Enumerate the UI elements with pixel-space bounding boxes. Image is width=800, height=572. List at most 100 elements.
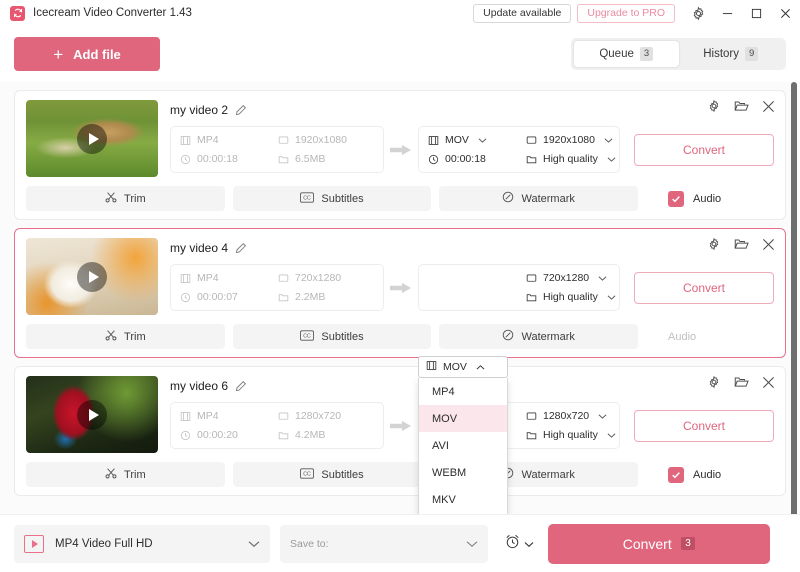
titlebar-controls: Update available Upgrade to PRO xyxy=(473,0,800,26)
output-resolution-select[interactable]: 1280x720 xyxy=(526,410,616,422)
convert-all-button[interactable]: Convert 3 xyxy=(548,523,770,564)
video-thumbnail[interactable] xyxy=(26,376,158,453)
output-preset-select[interactable]: MP4 Video Full HD xyxy=(14,524,270,563)
audio-toggle[interactable]: Audio xyxy=(646,186,774,211)
source-info-box: MP4 1920x1080 00:00:18 6.5MB xyxy=(170,126,384,173)
source-format: MP4 xyxy=(180,272,272,284)
source-format: MP4 xyxy=(180,134,272,146)
subtitles-button[interactable]: CC Subtitles xyxy=(232,462,432,487)
arrow-right-icon xyxy=(384,143,418,157)
video-thumbnail[interactable] xyxy=(26,100,158,177)
audio-toggle[interactable]: Audio xyxy=(646,324,774,349)
checkbox-checked-icon[interactable] xyxy=(668,466,685,483)
folder-open-icon[interactable] xyxy=(734,375,749,389)
trim-label: Trim xyxy=(124,330,146,343)
clock-icon xyxy=(180,154,191,165)
close-icon[interactable] xyxy=(762,100,775,113)
format-option-mpeg[interactable]: MPEG xyxy=(419,513,507,514)
trim-button[interactable]: Trim xyxy=(26,186,225,211)
output-format-label: MOV xyxy=(445,134,469,146)
play-icon[interactable] xyxy=(77,261,107,292)
video-thumbnail[interactable] xyxy=(26,238,158,315)
card-main-row: my video 4 MP4 720x1280 00:00:07 2.2MB 7… xyxy=(26,238,774,315)
format-option-webm[interactable]: WEBM xyxy=(419,459,507,486)
upgrade-to-pro-button[interactable]: Upgrade to PRO xyxy=(577,3,675,23)
trim-button[interactable]: Trim xyxy=(26,324,225,349)
chevron-down-icon[interactable] xyxy=(466,540,478,548)
tab-history[interactable]: History 9 xyxy=(679,41,784,67)
output-quality-select[interactable]: High quality xyxy=(526,429,616,441)
format-option-mp4[interactable]: MP4 xyxy=(419,378,507,405)
format-option-mov[interactable]: MOV xyxy=(419,405,507,432)
pencil-icon[interactable] xyxy=(235,380,247,392)
format-option-avi[interactable]: AVI xyxy=(419,432,507,459)
card-convert-button[interactable]: Convert xyxy=(634,133,774,166)
subtitles-label: Subtitles xyxy=(321,192,364,205)
output-quality-select[interactable]: High quality xyxy=(526,153,616,165)
close-icon[interactable] xyxy=(762,376,775,389)
gear-icon[interactable] xyxy=(707,99,721,113)
tab-queue[interactable]: Queue 3 xyxy=(574,41,679,67)
play-icon[interactable] xyxy=(77,123,107,154)
closed-caption-icon: CC xyxy=(300,191,315,206)
folder-open-icon[interactable] xyxy=(734,99,749,113)
format-dropdown-trigger[interactable]: MOV xyxy=(418,356,508,378)
output-resolution-select[interactable]: 720x1280 xyxy=(526,272,616,284)
subtitles-button[interactable]: CC Subtitles xyxy=(232,186,432,211)
svg-text:CC: CC xyxy=(304,195,312,201)
save-to-field[interactable]: Save to: xyxy=(280,524,488,563)
play-icon[interactable] xyxy=(77,399,107,430)
gear-icon[interactable] xyxy=(683,0,713,26)
plus-icon: + xyxy=(53,44,64,64)
queue-item-card[interactable]: my video 4 MP4 720x1280 00:00:07 2.2MB 7… xyxy=(14,228,786,358)
folder-open-icon[interactable] xyxy=(734,237,749,251)
chevron-down-icon[interactable] xyxy=(524,535,534,553)
alarm-clock-icon[interactable] xyxy=(504,533,521,555)
format-option-mkv[interactable]: MKV xyxy=(419,486,507,513)
video-name: my video 6 xyxy=(170,379,229,393)
watermark-label: Watermark xyxy=(521,192,575,205)
convert-all-label: Convert xyxy=(622,535,672,552)
watermark-button[interactable]: Watermark xyxy=(439,186,639,211)
gear-icon[interactable] xyxy=(707,375,721,389)
audio-label: Audio xyxy=(693,192,722,205)
source-format-label: MP4 xyxy=(197,272,219,284)
card-convert-button[interactable]: Convert xyxy=(634,409,774,442)
queue-item-card[interactable]: my video 2 MP4 1920x1080 00:00:18 6.5MB … xyxy=(14,90,786,220)
update-available-button[interactable]: Update available xyxy=(473,3,572,23)
output-quality-select[interactable]: High quality xyxy=(526,291,616,303)
add-file-button[interactable]: + Add file xyxy=(14,37,160,71)
minimize-icon[interactable] xyxy=(713,0,742,26)
watermark-button[interactable]: Watermark xyxy=(439,324,639,349)
audio-toggle[interactable]: Audio xyxy=(646,462,774,487)
film-icon xyxy=(426,360,437,374)
source-resolution-label: 1280x720 xyxy=(295,410,342,422)
schedule-timer-control[interactable] xyxy=(504,533,534,555)
folder-icon xyxy=(526,292,537,303)
vertical-scrollbar[interactable] xyxy=(791,82,797,514)
card-convert-button[interactable]: Convert xyxy=(634,271,774,304)
maximize-icon[interactable] xyxy=(742,0,771,26)
video-name: my video 4 xyxy=(170,241,229,255)
gear-icon[interactable] xyxy=(707,237,721,251)
close-icon[interactable] xyxy=(762,238,775,251)
subtitles-button[interactable]: CC Subtitles xyxy=(232,324,432,349)
queue-list: my video 2 MP4 1920x1080 00:00:18 6.5MB … xyxy=(0,82,800,514)
card-main-row: my video 6 MP4 1280x720 00:00:20 4.2MB 1… xyxy=(26,376,774,453)
pencil-icon[interactable] xyxy=(235,104,247,116)
chevron-down-icon xyxy=(607,432,616,439)
subtitles-label: Subtitles xyxy=(321,468,364,481)
queue-item-card[interactable]: my video 6 MP4 1280x720 00:00:20 4.2MB 1… xyxy=(14,366,786,496)
output-format-select[interactable]: MOV xyxy=(428,134,520,146)
pencil-icon[interactable] xyxy=(235,242,247,254)
output-duration: 00:00:18 xyxy=(428,153,520,165)
source-duration-label: 00:00:20 xyxy=(197,429,238,441)
close-icon[interactable] xyxy=(771,0,800,26)
output-resolution-select[interactable]: 1920x1080 xyxy=(526,134,616,146)
preset-label: MP4 Video Full HD xyxy=(55,537,153,550)
save-to-placeholder: Save to: xyxy=(290,537,329,550)
closed-caption-icon: CC xyxy=(300,467,315,482)
trim-button[interactable]: Trim xyxy=(26,462,225,487)
checkbox-checked-icon[interactable] xyxy=(668,190,685,207)
monitor-icon xyxy=(526,411,537,422)
